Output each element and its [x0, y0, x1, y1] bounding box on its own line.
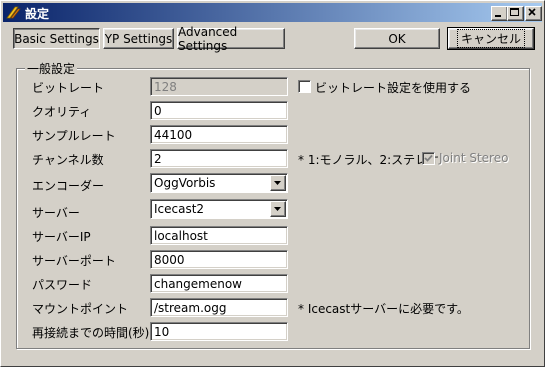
minimize-icon	[495, 15, 501, 17]
server-port-label: サーバーポート	[32, 254, 116, 268]
mountpoint-input[interactable]	[150, 298, 288, 317]
server-select[interactable]: Icecast2	[150, 199, 288, 219]
window-title: 設定	[25, 7, 50, 21]
quality-input[interactable]	[150, 101, 288, 120]
joint-stereo-checkbox[interactable]	[422, 152, 435, 165]
samplerate-label: サンプルレート	[32, 129, 116, 143]
reconnect-input[interactable]	[150, 322, 288, 341]
password-input[interactable]	[150, 274, 288, 293]
chevron-down-icon	[274, 207, 281, 211]
minimize-button[interactable]	[491, 6, 508, 21]
encoder-label: エンコーダー	[32, 179, 105, 193]
encoder-value: OggVorbis	[154, 176, 216, 190]
channels-note: * 1:モノラル、2:ステレオ	[298, 153, 440, 167]
server-value: Icecast2	[154, 202, 205, 216]
mountpoint-label: マウントポイント	[32, 302, 129, 316]
close-icon	[528, 8, 536, 16]
samplerate-input[interactable]	[150, 125, 288, 144]
maximize-button[interactable]	[507, 6, 524, 21]
dropdown-arrow[interactable]	[270, 201, 286, 217]
close-button[interactable]	[525, 6, 542, 21]
tab-label: Basic Settings	[14, 31, 99, 46]
bitrate-input[interactable]	[150, 77, 288, 96]
tab-label: Advanced Settings	[178, 24, 238, 53]
tab-advanced-settings[interactable]: Advanced Settings	[177, 25, 285, 53]
checkmark-icon	[424, 154, 433, 162]
tab-label: YP Settings	[104, 31, 173, 46]
use-bitrate-checkbox[interactable]	[298, 80, 311, 93]
channels-label: チャンネル数	[32, 153, 104, 167]
settings-window: 設定 Basic Settings YP Settings Advanced S…	[0, 0, 545, 367]
maximize-icon	[510, 8, 519, 16]
bitrate-label: ビットレート	[32, 81, 105, 95]
ok-label: OK	[388, 31, 406, 46]
server-port-input[interactable]	[150, 250, 288, 269]
reconnect-label: 再接続までの時間(秒)	[32, 326, 150, 340]
ok-button[interactable]: OK	[354, 28, 440, 49]
cancel-button[interactable]: キャンセル	[447, 27, 535, 50]
mountpoint-note: * Icecastサーバーに必要です。	[298, 302, 469, 316]
password-label: パスワード	[32, 278, 93, 292]
group-title: 一般設定	[25, 60, 78, 77]
channels-input[interactable]	[150, 149, 288, 168]
use-bitrate-label[interactable]: ビットレート設定を使用する	[315, 79, 471, 96]
server-ip-input[interactable]	[150, 226, 288, 245]
encoder-select[interactable]: OggVorbis	[150, 173, 288, 193]
cancel-label: キャンセル	[456, 29, 525, 48]
server-ip-label: サーバーIP	[32, 230, 91, 244]
app-icon	[6, 6, 21, 19]
server-label: サーバー	[32, 206, 80, 220]
quality-label: クオリティ	[32, 105, 92, 119]
dropdown-arrow[interactable]	[270, 175, 286, 191]
tab-basic-settings[interactable]: Basic Settings	[13, 28, 100, 49]
tab-yp-settings[interactable]: YP Settings	[103, 28, 174, 49]
joint-stereo-label[interactable]: Joint Stereo	[439, 151, 508, 165]
chevron-down-icon	[274, 181, 281, 185]
title-bar[interactable]: 設定	[3, 3, 542, 22]
